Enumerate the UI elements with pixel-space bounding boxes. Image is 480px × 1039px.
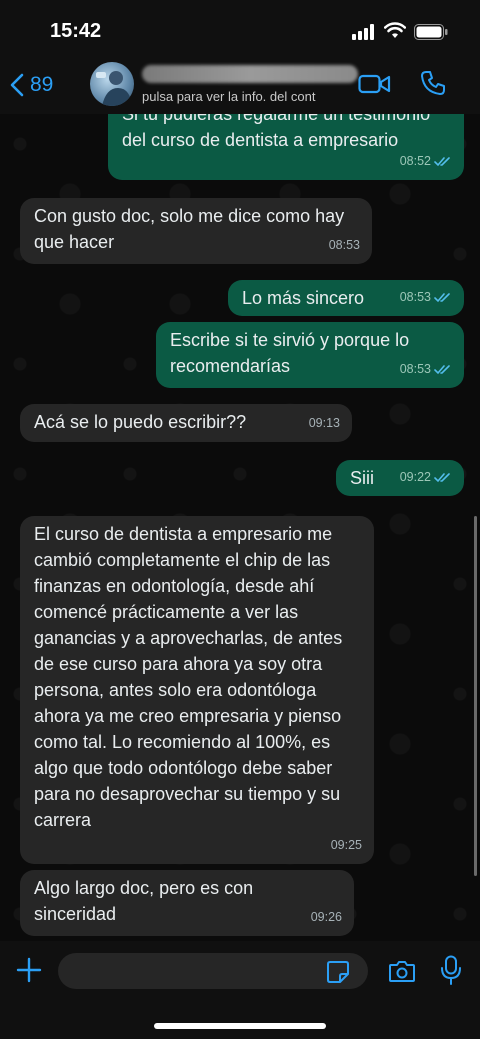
message-bubble-outgoing[interactable]: Si tu pudieras regalarme un testimonio d… <box>108 114 464 180</box>
message-meta: 08:52 <box>400 148 452 174</box>
home-indicator[interactable] <box>154 1023 326 1029</box>
message-time: 09:25 <box>330 838 362 852</box>
message-meta: 08:53 <box>400 284 452 310</box>
message-time: 09:13 <box>308 416 340 430</box>
read-receipt-icon <box>434 472 450 482</box>
wifi-icon <box>384 22 406 38</box>
video-call-icon[interactable] <box>358 72 392 96</box>
message-composer <box>0 941 480 1039</box>
message-bubble-outgoing[interactable]: Lo más sincero 08:53 <box>228 280 464 316</box>
cellular-signal-icon <box>352 24 374 40</box>
message-text: El curso de dentista a empresario me cam… <box>34 524 343 830</box>
plus-icon[interactable] <box>16 957 42 983</box>
message-bubble-outgoing[interactable]: Escribe si te sirvió y porque lo recomen… <box>156 322 464 388</box>
read-receipt-icon <box>434 364 450 374</box>
chat-header: 89 pulsa para ver la info. del cont <box>0 62 480 114</box>
message-text: Algo largo doc, pero es con sinceridad <box>34 878 254 924</box>
contact-avatar[interactable] <box>90 62 134 106</box>
message-time: 08:53 <box>399 290 431 304</box>
message-bubble-incoming[interactable]: El curso de dentista a empresario me cam… <box>20 516 374 864</box>
phone-call-icon[interactable] <box>420 70 446 96</box>
message-meta: 08:53 <box>400 356 452 382</box>
sticker-icon[interactable] <box>326 960 350 984</box>
message-time: 09:22 <box>399 470 431 484</box>
read-receipt-icon <box>434 292 450 302</box>
message-meta: 09:25 <box>331 832 362 858</box>
chevron-left-icon <box>10 73 24 97</box>
back-button[interactable]: 89 <box>10 70 53 100</box>
status-bar: 15:42 <box>0 0 480 62</box>
microphone-icon[interactable] <box>440 955 462 985</box>
chat-messages[interactable]: Si tu pudieras regalarme un testimonio d… <box>0 114 480 941</box>
message-bubble-incoming[interactable]: Con gusto doc, solo me dice como hay que… <box>20 198 372 264</box>
status-time: 15:42 <box>50 20 102 42</box>
message-meta: 09:26 <box>311 904 342 930</box>
message-text: Acá se lo puedo escribir?? <box>34 412 247 432</box>
message-time: 08:53 <box>328 238 360 252</box>
avatar-image-icon <box>96 71 132 106</box>
contact-info-hint[interactable]: pulsa para ver la info. del cont <box>142 89 352 104</box>
message-time: 09:26 <box>310 910 342 924</box>
contact-name-redacted[interactable] <box>142 65 358 83</box>
message-meta: 08:53 <box>329 232 360 258</box>
message-text: Con gusto doc, solo me dice como hay que… <box>34 206 345 252</box>
battery-icon <box>414 24 448 40</box>
read-receipt-icon <box>434 156 450 166</box>
message-meta: 09:13 <box>309 410 340 436</box>
unread-count: 89 <box>30 73 54 96</box>
message-time: 08:52 <box>399 154 431 168</box>
camera-icon[interactable] <box>388 959 416 983</box>
message-meta: 09:22 <box>400 464 452 490</box>
message-bubble-incoming[interactable]: Algo largo doc, pero es con sinceridad 0… <box>20 870 354 936</box>
message-input[interactable] <box>58 953 368 989</box>
chat-scrollbar[interactable] <box>474 516 477 876</box>
message-bubble-outgoing[interactable]: Siii 09:22 <box>336 460 464 496</box>
message-bubble-incoming[interactable]: Acá se lo puedo escribir?? 09:13 <box>20 404 352 442</box>
message-time: 08:53 <box>399 362 431 376</box>
